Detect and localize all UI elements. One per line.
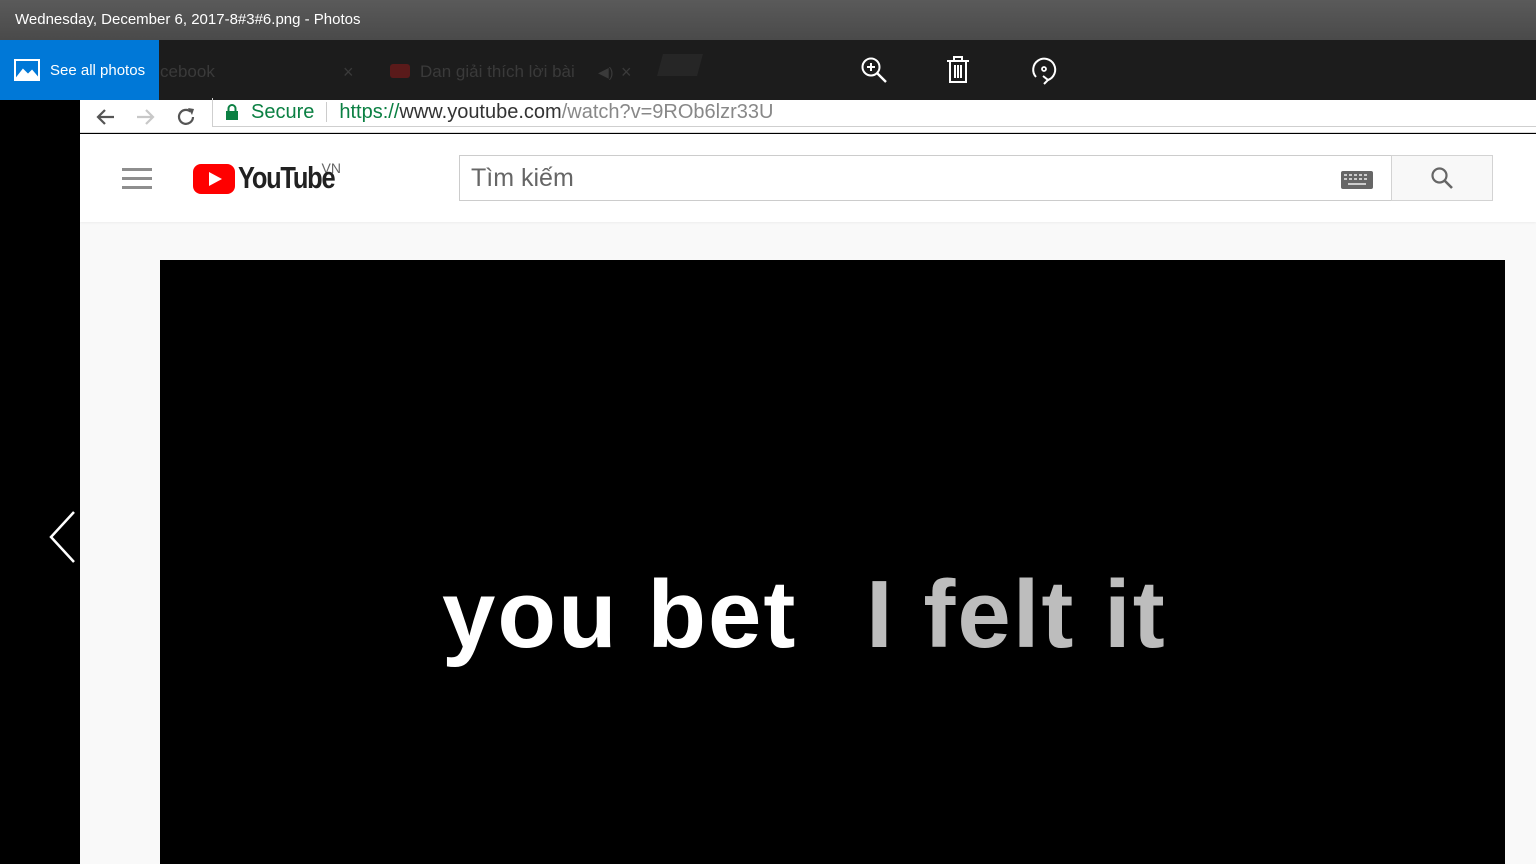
menu-line [122,168,152,171]
photos-toolbar: cebook × Dan giải thích lời bài ◀) × See… [0,40,1536,100]
see-all-photos-label: See all photos [50,61,146,79]
browser-tab-facebook: cebook [160,62,215,81]
search-icon [1431,167,1453,189]
zoom-in-button[interactable] [857,53,891,87]
youtube-play-icon [193,164,235,194]
rotate-button[interactable] [1027,53,1061,87]
url-path: /watch?v=9ROb6lzr33U [561,100,774,123]
url-field[interactable]: Secure https:// www.youtube.com /watch?v… [212,98,1536,127]
lock-icon [226,104,238,120]
video-player[interactable]: you bet I felt it [160,260,1505,864]
secure-label: Secure [251,100,315,123]
tab-close-icon: × [343,62,354,82]
zoom-in-icon [861,57,887,83]
forward-button[interactable] [133,104,159,130]
caption-highlighted: you bet [442,561,798,668]
caption-upcoming: I felt it [866,561,1167,668]
browser-tab-youtube: Dan giải thích lời bài [420,62,575,81]
youtube-page: YouTube VN Tìm kiếm you bet I felt it [80,134,1536,864]
youtube-header: YouTube VN [80,134,1536,222]
menu-button[interactable] [122,168,152,190]
youtube-logo[interactable]: YouTube VN [193,160,341,195]
keyboard-icon[interactable] [1341,171,1373,189]
previous-photo-button[interactable] [44,508,84,566]
url-separator [326,102,328,122]
forward-arrow-icon [137,109,155,125]
window-title: Wednesday, December 6, 2017-8#3#6.png - … [0,0,1536,40]
menu-line [122,186,152,189]
search-box [459,155,1392,201]
chevron-left-icon [49,511,75,563]
see-all-photos-button[interactable]: See all photos [0,40,159,100]
trash-icon [947,56,969,83]
search-button[interactable] [1391,155,1493,201]
tab-mute-icon: ◀) [598,64,614,80]
secure-indicator[interactable]: Secure [225,101,314,124]
delete-button[interactable] [941,53,975,87]
back-button[interactable] [92,104,118,130]
youtube-tab-icon [390,64,410,78]
rotate-icon [1032,57,1057,85]
photos-gallery-icon [14,57,40,83]
new-tab-button [657,54,703,76]
tab-close-icon: × [621,62,632,82]
search-input[interactable] [460,163,1320,193]
video-caption: you bet I felt it [160,260,1505,864]
youtube-logo-text: YouTube [238,160,336,195]
url-host: www.youtube.com [399,100,562,123]
browser-address-bar: Secure https:// www.youtube.com /watch?v… [80,98,1536,133]
back-arrow-icon [96,109,114,125]
photos-app-window: Wednesday, December 6, 2017-8#3#6.png - … [0,0,1536,864]
reload-button[interactable] [173,104,199,130]
reload-icon [177,108,195,125]
url-scheme: https:// [339,100,400,123]
menu-line [122,177,152,180]
